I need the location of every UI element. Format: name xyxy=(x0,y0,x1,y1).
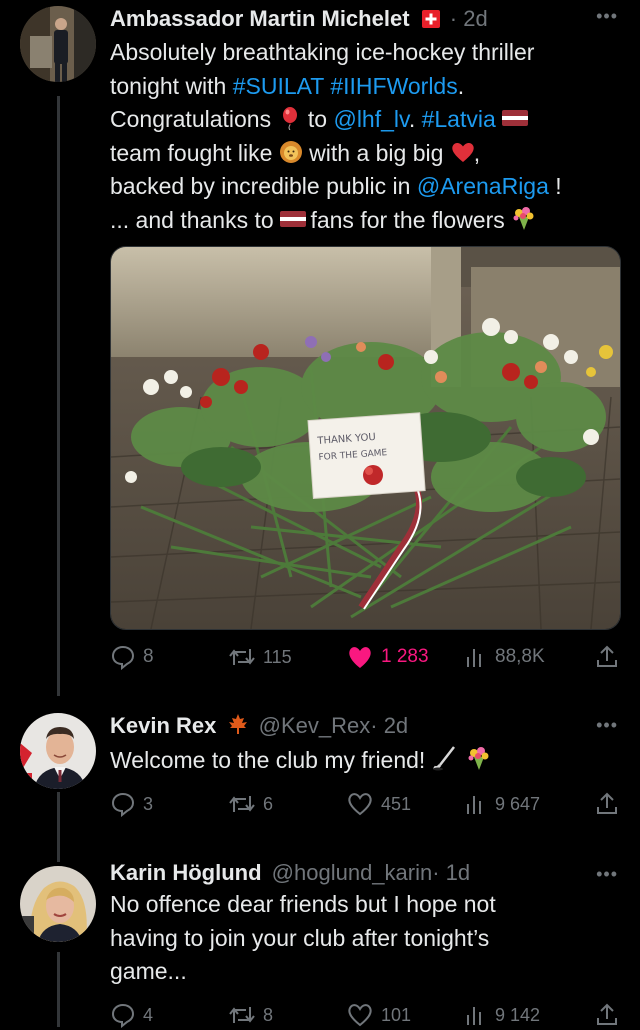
mention-link[interactable]: @lhf_lv xyxy=(333,106,408,132)
main-post[interactable]: Ambassador Martin Michelet · 2d Absolute… xyxy=(0,0,640,700)
hashtag-link[interactable]: #SUILAT xyxy=(233,73,324,99)
reply-icon xyxy=(111,792,135,817)
reply-count: 4 xyxy=(143,1004,154,1025)
views-icon xyxy=(467,649,481,667)
views-button[interactable]: 9 647 xyxy=(464,789,540,819)
post-actions: 8 115 1 283 88,8K xyxy=(110,642,618,672)
post-text-line: Absolutely breathtaking ice-hockey thril… xyxy=(110,39,535,65)
reply-button[interactable]: 4 xyxy=(110,1000,153,1030)
author-name[interactable]: Kevin Rex xyxy=(110,713,216,738)
views-button[interactable]: 9 142 xyxy=(464,1000,540,1030)
reply-post[interactable]: Kevin Rex @Kev_Rex· 2d Welcome to the cl… xyxy=(0,705,640,850)
balloon-icon xyxy=(278,106,302,131)
avatar[interactable] xyxy=(20,6,96,82)
more-options-icon[interactable]: ••• xyxy=(596,864,618,885)
views-icon xyxy=(467,1007,481,1025)
reply-icon xyxy=(111,645,135,670)
post-actions: 3 6 451 9 647 xyxy=(110,789,618,819)
reply-icon xyxy=(111,1003,135,1028)
post-text-line: Welcome to the club my friend! xyxy=(110,744,618,778)
reply-button[interactable]: 8 xyxy=(110,642,154,672)
post-text-line: ... and thanks to fans for the flowers xyxy=(110,204,618,238)
swiss-flag-icon xyxy=(421,6,440,36)
hashtag-link[interactable]: #Latvia xyxy=(422,106,496,132)
repost-count: 8 xyxy=(263,1004,274,1025)
post-header: Ambassador Martin Michelet · 2d xyxy=(110,4,618,36)
views-count: 9 142 xyxy=(495,1004,541,1025)
author-name[interactable]: Karin Höglund xyxy=(110,860,262,885)
more-options-icon[interactable]: ••• xyxy=(596,6,618,27)
share-icon xyxy=(597,645,617,667)
heart-filled-icon xyxy=(349,647,371,668)
repost-icon xyxy=(229,1007,255,1023)
reply-button[interactable]: 3 xyxy=(110,789,153,819)
post-text-line: No offence dear friends but I hope not xyxy=(110,891,496,917)
avatar[interactable] xyxy=(20,713,96,789)
post-header: Kevin Rex @Kev_Rex· 2d xyxy=(110,711,618,744)
author-name[interactable]: Ambassador Martin Michelet xyxy=(110,6,410,31)
post-text: No offence dear friends but I hope not h… xyxy=(110,888,618,989)
like-count: 101 xyxy=(381,1004,412,1025)
post-text-line: Congratulations to @lhf_lv. #Latvia xyxy=(110,103,618,137)
repost-button[interactable]: 115 xyxy=(228,642,292,672)
like-button[interactable]: 451 xyxy=(346,789,411,819)
post-text-line: game... xyxy=(110,958,187,984)
post-text-line: team fought like with a big big , xyxy=(110,139,481,166)
post-text-line: backed by incredible public in @ArenaRig… xyxy=(110,173,562,199)
latvia-flag-icon xyxy=(280,207,307,231)
avatar[interactable] xyxy=(20,866,96,942)
share-button[interactable] xyxy=(596,642,618,672)
lion-icon xyxy=(279,140,303,164)
views-icon xyxy=(467,796,481,814)
post-time[interactable]: · 1d xyxy=(432,860,470,885)
repost-button[interactable]: 6 xyxy=(228,789,273,819)
repost-icon xyxy=(229,796,255,812)
bouquet-icon xyxy=(511,205,535,230)
heart-icon xyxy=(348,793,372,816)
post-image[interactable]: THANK YOU FOR THE GAME xyxy=(110,246,621,630)
post-text: Absolutely breathtaking ice-hockey thril… xyxy=(110,36,618,237)
author-handle[interactable]: @Kev_Rex xyxy=(259,713,371,738)
repost-button[interactable]: 8 xyxy=(228,1000,273,1030)
repost-count: 115 xyxy=(263,646,292,667)
reply-count: 8 xyxy=(143,646,154,667)
repost-count: 6 xyxy=(263,793,274,814)
post-actions: 4 8 101 9 142 xyxy=(110,1000,618,1030)
post-time[interactable]: · 2d xyxy=(450,6,488,31)
mention-link[interactable]: @ArenaRiga xyxy=(417,173,549,199)
hockey-stick-icon xyxy=(432,745,460,771)
post-text-line: having to join your club after tonight’s xyxy=(110,924,490,951)
share-icon xyxy=(597,1003,617,1025)
heart-icon xyxy=(450,140,474,164)
post-text: Welcome to the club my friend! xyxy=(110,744,618,778)
reply-post[interactable]: Karin Höglund @hoglund_karin· 1d No offe… xyxy=(0,852,640,1030)
share-icon xyxy=(597,792,617,814)
latvia-flag-icon xyxy=(502,106,529,130)
reply-count: 3 xyxy=(143,793,154,814)
share-button[interactable] xyxy=(596,1000,618,1030)
maple-leaf-icon xyxy=(226,712,250,744)
heart-icon xyxy=(348,1004,372,1027)
more-options-icon[interactable]: ••• xyxy=(596,715,618,736)
share-button[interactable] xyxy=(596,789,618,819)
views-count: 88,8K xyxy=(495,646,545,667)
repost-icon xyxy=(229,649,255,665)
like-count: 1 283 xyxy=(381,646,429,667)
like-count: 451 xyxy=(381,793,412,814)
post-header: Karin Höglund @hoglund_karin· 1d xyxy=(110,858,618,888)
like-button[interactable]: 1 283 xyxy=(346,642,429,672)
post-time[interactable]: · 2d xyxy=(370,713,408,738)
author-handle[interactable]: @hoglund_karin xyxy=(272,860,433,885)
post-text-line: tonight with #SUILAT #IIHFWorlds. xyxy=(110,72,465,99)
hashtag-link[interactable]: #IIHFWorlds xyxy=(330,73,457,99)
like-button[interactable]: 101 xyxy=(346,1000,411,1030)
views-button[interactable]: 88,8K xyxy=(464,642,545,672)
bouquet-icon xyxy=(466,745,490,770)
views-count: 9 647 xyxy=(495,793,541,814)
